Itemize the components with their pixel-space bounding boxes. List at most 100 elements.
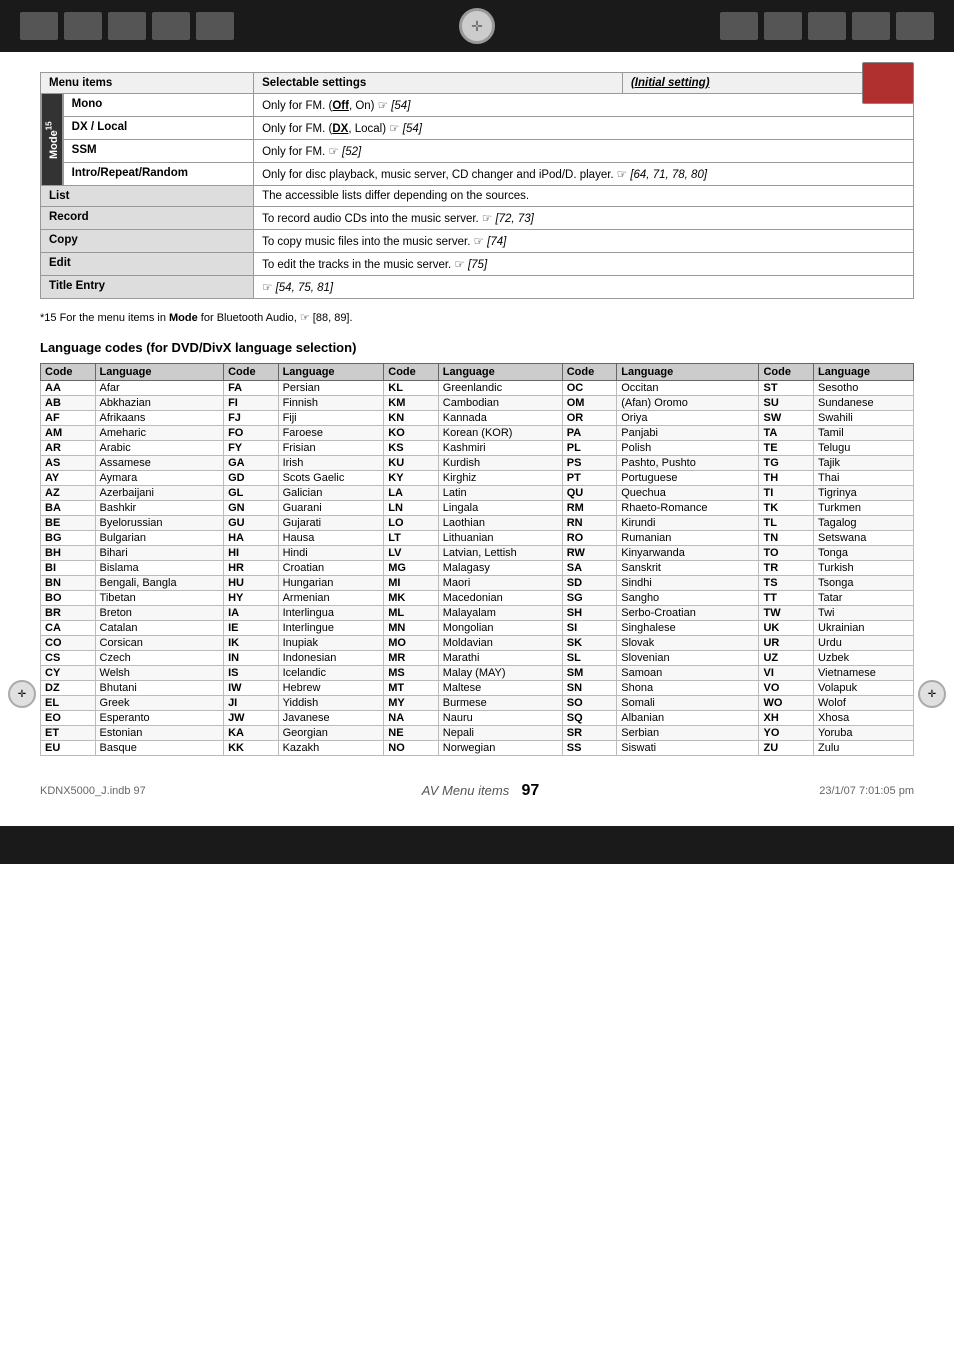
lang-code: GA (224, 456, 279, 471)
lang-code: CO (41, 636, 96, 651)
mode-superscript: 15 (44, 121, 53, 130)
lang-name: Latin (438, 486, 562, 501)
lang-code: NO (384, 741, 439, 756)
lang-name: Tatar (814, 591, 914, 606)
lang-code: RN (562, 516, 617, 531)
list-item: AAAfarFAPersianKLGreenlandicOCOccitanSTS… (41, 381, 914, 396)
lang-name: Byelorussian (95, 516, 224, 531)
lang-code: MT (384, 681, 439, 696)
lang-name: Kirundi (617, 516, 759, 531)
lang-code: WO (759, 696, 814, 711)
table-row: Edit To edit the tracks in the music ser… (41, 253, 914, 276)
desc-title: ☞ [54, 75, 81] (254, 276, 914, 299)
seg3 (108, 12, 146, 40)
list-item: AZAzerbaijaniGLGalicianLALatinQUQuechuaT… (41, 486, 914, 501)
lang-name: Moldavian (438, 636, 562, 651)
lang-name: Serbo-Croatian (617, 606, 759, 621)
lang-name: Siswati (617, 741, 759, 756)
lang-code: XH (759, 711, 814, 726)
lang-code: ST (759, 381, 814, 396)
lang-code: ZU (759, 741, 814, 756)
lang-code: AS (41, 456, 96, 471)
lang-name: Cambodian (438, 396, 562, 411)
lang-name: Abkhazian (95, 396, 224, 411)
footnote: *15 For the menu items in Mode for Bluet… (40, 311, 914, 324)
desc-edit: To edit the tracks in the music server. … (254, 253, 914, 276)
lang-name: Malay (MAY) (438, 666, 562, 681)
lang-name: Hausa (278, 531, 384, 546)
footer-info: KDNX5000_J.indb 97 AV Menu items 97 23/1… (0, 776, 954, 806)
lang-name: Setswana (814, 531, 914, 546)
lang-code: IW (224, 681, 279, 696)
lang-name: Maltese (438, 681, 562, 696)
lang-name: (Afan) Oromo (617, 396, 759, 411)
lang-name: Kinyarwanda (617, 546, 759, 561)
lang-name: Zulu (814, 741, 914, 756)
lang-name: Kannada (438, 411, 562, 426)
header-center-knob: ✛ (459, 8, 495, 44)
lang-name: Fiji (278, 411, 384, 426)
list-item: ELGreekJIYiddishMYBurmeseSOSomaliWOWolof (41, 696, 914, 711)
lang-name: Somali (617, 696, 759, 711)
lang-code: UR (759, 636, 814, 651)
lang-code: TN (759, 531, 814, 546)
col-lang1: Language (95, 364, 224, 381)
lang-code: HR (224, 561, 279, 576)
lang-code: SU (759, 396, 814, 411)
lang-name: Gujarati (278, 516, 384, 531)
lang-code: LV (384, 546, 439, 561)
lang-name: Georgian (278, 726, 384, 741)
table-row: Intro/Repeat/Random Only for disc playba… (41, 163, 914, 186)
lang-code: YO (759, 726, 814, 741)
list-item: ABAbkhazianFIFinnishKMCambodianOM(Afan) … (41, 396, 914, 411)
lang-name: Kazakh (278, 741, 384, 756)
lang-code: SM (562, 666, 617, 681)
lang-name: Singhalese (617, 621, 759, 636)
lang-code: PA (562, 426, 617, 441)
lang-code: TW (759, 606, 814, 621)
list-item: ASAssameseGAIrishKUKurdishPSPashto, Push… (41, 456, 914, 471)
lang-code: SA (562, 561, 617, 576)
list-item: AYAymaraGDScots GaelicKYKirghizPTPortugu… (41, 471, 914, 486)
lang-code: SL (562, 651, 617, 666)
lang-code: SI (562, 621, 617, 636)
lang-name: Esperanto (95, 711, 224, 726)
lang-code: LT (384, 531, 439, 546)
lang-code: HY (224, 591, 279, 606)
lang-code: MK (384, 591, 439, 606)
lang-code: SK (562, 636, 617, 651)
seg7 (764, 12, 802, 40)
lang-code: SN (562, 681, 617, 696)
lang-code: CY (41, 666, 96, 681)
lang-code: VO (759, 681, 814, 696)
lang-name: Wolof (814, 696, 914, 711)
lang-code: KK (224, 741, 279, 756)
lang-name: Norwegian (438, 741, 562, 756)
lang-code: BE (41, 516, 96, 531)
list-item: EUBasqueKKKazakhNONorwegianSSSiswatiZUZu… (41, 741, 914, 756)
list-item: BEByelorussianGUGujaratiLOLaothianRNKiru… (41, 516, 914, 531)
lang-code: PL (562, 441, 617, 456)
lang-name: Sangho (617, 591, 759, 606)
lang-code: NA (384, 711, 439, 726)
table-row: SSM Only for FM. ☞ [52] (41, 140, 914, 163)
lang-name: Afrikaans (95, 411, 224, 426)
lang-name: Sundanese (814, 396, 914, 411)
menu-item-ssm: SSM (63, 140, 253, 163)
lang-name: Ukrainian (814, 621, 914, 636)
lang-code: GD (224, 471, 279, 486)
lang-name: Bislama (95, 561, 224, 576)
lang-code: CA (41, 621, 96, 636)
desc-intro: Only for disc playback, music server, CD… (254, 163, 914, 186)
lang-name: Korean (KOR) (438, 426, 562, 441)
lang-name: Kurdish (438, 456, 562, 471)
lang-section-title: Language codes (for DVD/DivX language se… (40, 340, 914, 355)
lang-name: Latvian, Lettish (438, 546, 562, 561)
lang-code: EU (41, 741, 96, 756)
lang-name: Interlingua (278, 606, 384, 621)
lang-name: Bulgarian (95, 531, 224, 546)
lang-name: Frisian (278, 441, 384, 456)
lang-code: SW (759, 411, 814, 426)
lang-name: Kashmiri (438, 441, 562, 456)
lang-code: HA (224, 531, 279, 546)
